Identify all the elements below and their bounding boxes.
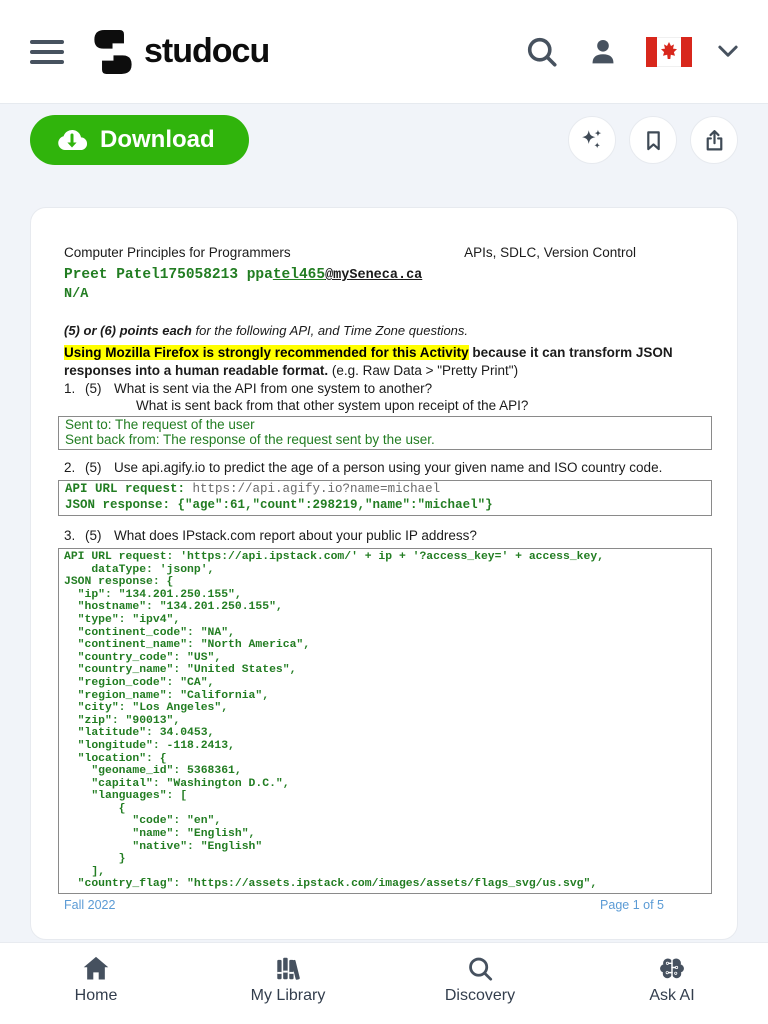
points-note-rest: for the following API, and Time Zone que… bbox=[191, 323, 469, 338]
nav-item-ask-ai[interactable]: Ask AI bbox=[576, 943, 768, 1024]
person-icon[interactable] bbox=[586, 35, 620, 69]
firefox-note-normal: (e.g. Raw Data > "Pretty Print") bbox=[328, 362, 519, 378]
nav-label-ask-ai: Ask AI bbox=[649, 987, 695, 1004]
points-note-bold: (5) or (6) points each bbox=[64, 323, 192, 338]
author-email-domain[interactable]: @mySeneca.ca bbox=[325, 268, 422, 283]
search-icon[interactable] bbox=[524, 34, 560, 70]
answer-box-1: Sent to: The request of the user Sent ba… bbox=[58, 416, 712, 450]
magnifier-icon bbox=[469, 957, 493, 981]
question-3-line1: What does IPstack.com report about your … bbox=[114, 528, 477, 543]
bookmark-button[interactable] bbox=[629, 116, 677, 164]
nav-label-discovery: Discovery bbox=[444, 987, 516, 1004]
author-email-underlined: tel465 bbox=[272, 267, 326, 283]
studocu-logo-icon bbox=[94, 29, 132, 74]
question-2-number: 2. bbox=[64, 460, 76, 475]
brand-wordmark: studocu bbox=[144, 32, 270, 70]
assignment-title: APIs, SDLC, Version Control bbox=[464, 245, 636, 260]
course-title: Computer Principles for Programmers bbox=[64, 245, 291, 260]
brain-circuit-icon bbox=[660, 958, 684, 979]
canada-flag-icon[interactable] bbox=[646, 36, 692, 67]
author-email-prefix: ppa bbox=[238, 267, 273, 283]
question-1-line1: What is sent via the API from one system… bbox=[114, 381, 433, 396]
question-1-points: (5) bbox=[85, 381, 102, 396]
nav-label-home: Home bbox=[74, 987, 118, 1004]
answer-2-label: API URL request: bbox=[65, 482, 193, 496]
books-icon bbox=[277, 957, 300, 980]
answer-1-line1: Sent to: The request of the user bbox=[65, 417, 255, 432]
studocu-logo[interactable]: studocu bbox=[92, 29, 270, 75]
question-1-line2: What is sent back from that other system… bbox=[136, 398, 529, 413]
points-note: (5) or (6) points each for the following… bbox=[64, 322, 704, 339]
answer-1-line2: Sent back from: The response of the requ… bbox=[65, 431, 435, 447]
nav-item-home[interactable]: Home bbox=[0, 943, 192, 1024]
share-button[interactable] bbox=[690, 116, 738, 164]
question-3-points: (5) bbox=[85, 528, 102, 543]
answer-box-2: API URL request: https://api.agify.io?na… bbox=[58, 480, 712, 516]
ai-assistant-button[interactable] bbox=[568, 116, 616, 164]
nav-label-my-library: My Library bbox=[250, 987, 326, 1004]
hamburger-menu-icon[interactable] bbox=[30, 39, 64, 64]
footer-page-number: Page 1 of 5 bbox=[600, 898, 664, 913]
bookmark-icon bbox=[646, 130, 660, 150]
author-line: Preet Patel175058213 ppatel465@mySeneca.… bbox=[64, 266, 704, 285]
download-button-label: Download bbox=[100, 126, 215, 153]
action-row: Download bbox=[30, 115, 738, 165]
author-name-id: Preet Patel175058213 bbox=[64, 267, 239, 283]
cloud-download-icon bbox=[58, 130, 88, 151]
nav-item-my-library[interactable]: My Library bbox=[192, 943, 384, 1024]
home-icon bbox=[83, 956, 109, 980]
question-1-number: 1. bbox=[64, 381, 76, 396]
download-button[interactable]: Download bbox=[30, 115, 249, 165]
document-footer: Fall 2022 Page 1 of 5 bbox=[64, 897, 704, 913]
top-bar: studocu bbox=[0, 0, 768, 104]
question-3: 3. (5) What does IPstack.com report abou… bbox=[64, 529, 704, 543]
answer-box-3: API URL request: 'https://api.ipstack.co… bbox=[58, 548, 712, 895]
answer-2-line2: JSON response: {"age":61,"count":298219,… bbox=[65, 497, 493, 512]
question-2-points: (5) bbox=[85, 460, 102, 475]
document-header-row: Computer Principles for Programmers APIs… bbox=[64, 244, 704, 261]
question-2-line1: Use api.agify.io to predict the age of a… bbox=[114, 460, 663, 475]
question-1: 1. (5) What is sent via the API from one… bbox=[64, 382, 704, 413]
chevron-down-icon[interactable] bbox=[718, 45, 738, 58]
firefox-note: Using Mozilla Firefox is strongly recomm… bbox=[64, 344, 704, 379]
footer-term: Fall 2022 bbox=[64, 898, 116, 913]
na-line: N/A bbox=[64, 287, 89, 302]
question-2: 2. (5) Use api.agify.io to predict the a… bbox=[64, 461, 704, 475]
sparkles-icon bbox=[582, 129, 602, 149]
answer-2-url: https://api.agify.io?name=michael bbox=[192, 482, 441, 496]
nav-item-discovery[interactable]: Discovery bbox=[384, 943, 576, 1024]
app-root: studocu Download Computer Principles for… bbox=[0, 0, 768, 1024]
answer-2-line1: API URL request: https://api.agify.io?na… bbox=[65, 482, 705, 498]
document-page: Computer Principles for Programmers APIs… bbox=[30, 207, 738, 940]
question-3-number: 3. bbox=[64, 528, 76, 543]
share-icon bbox=[706, 129, 722, 150]
firefox-note-highlight: Using Mozilla Firefox is strongly recomm… bbox=[64, 345, 469, 360]
answer-3-code: API URL request: 'https://api.ipstack.co… bbox=[64, 551, 605, 891]
bottom-nav: Home My Library Discovery Ask AI bbox=[0, 942, 768, 1024]
